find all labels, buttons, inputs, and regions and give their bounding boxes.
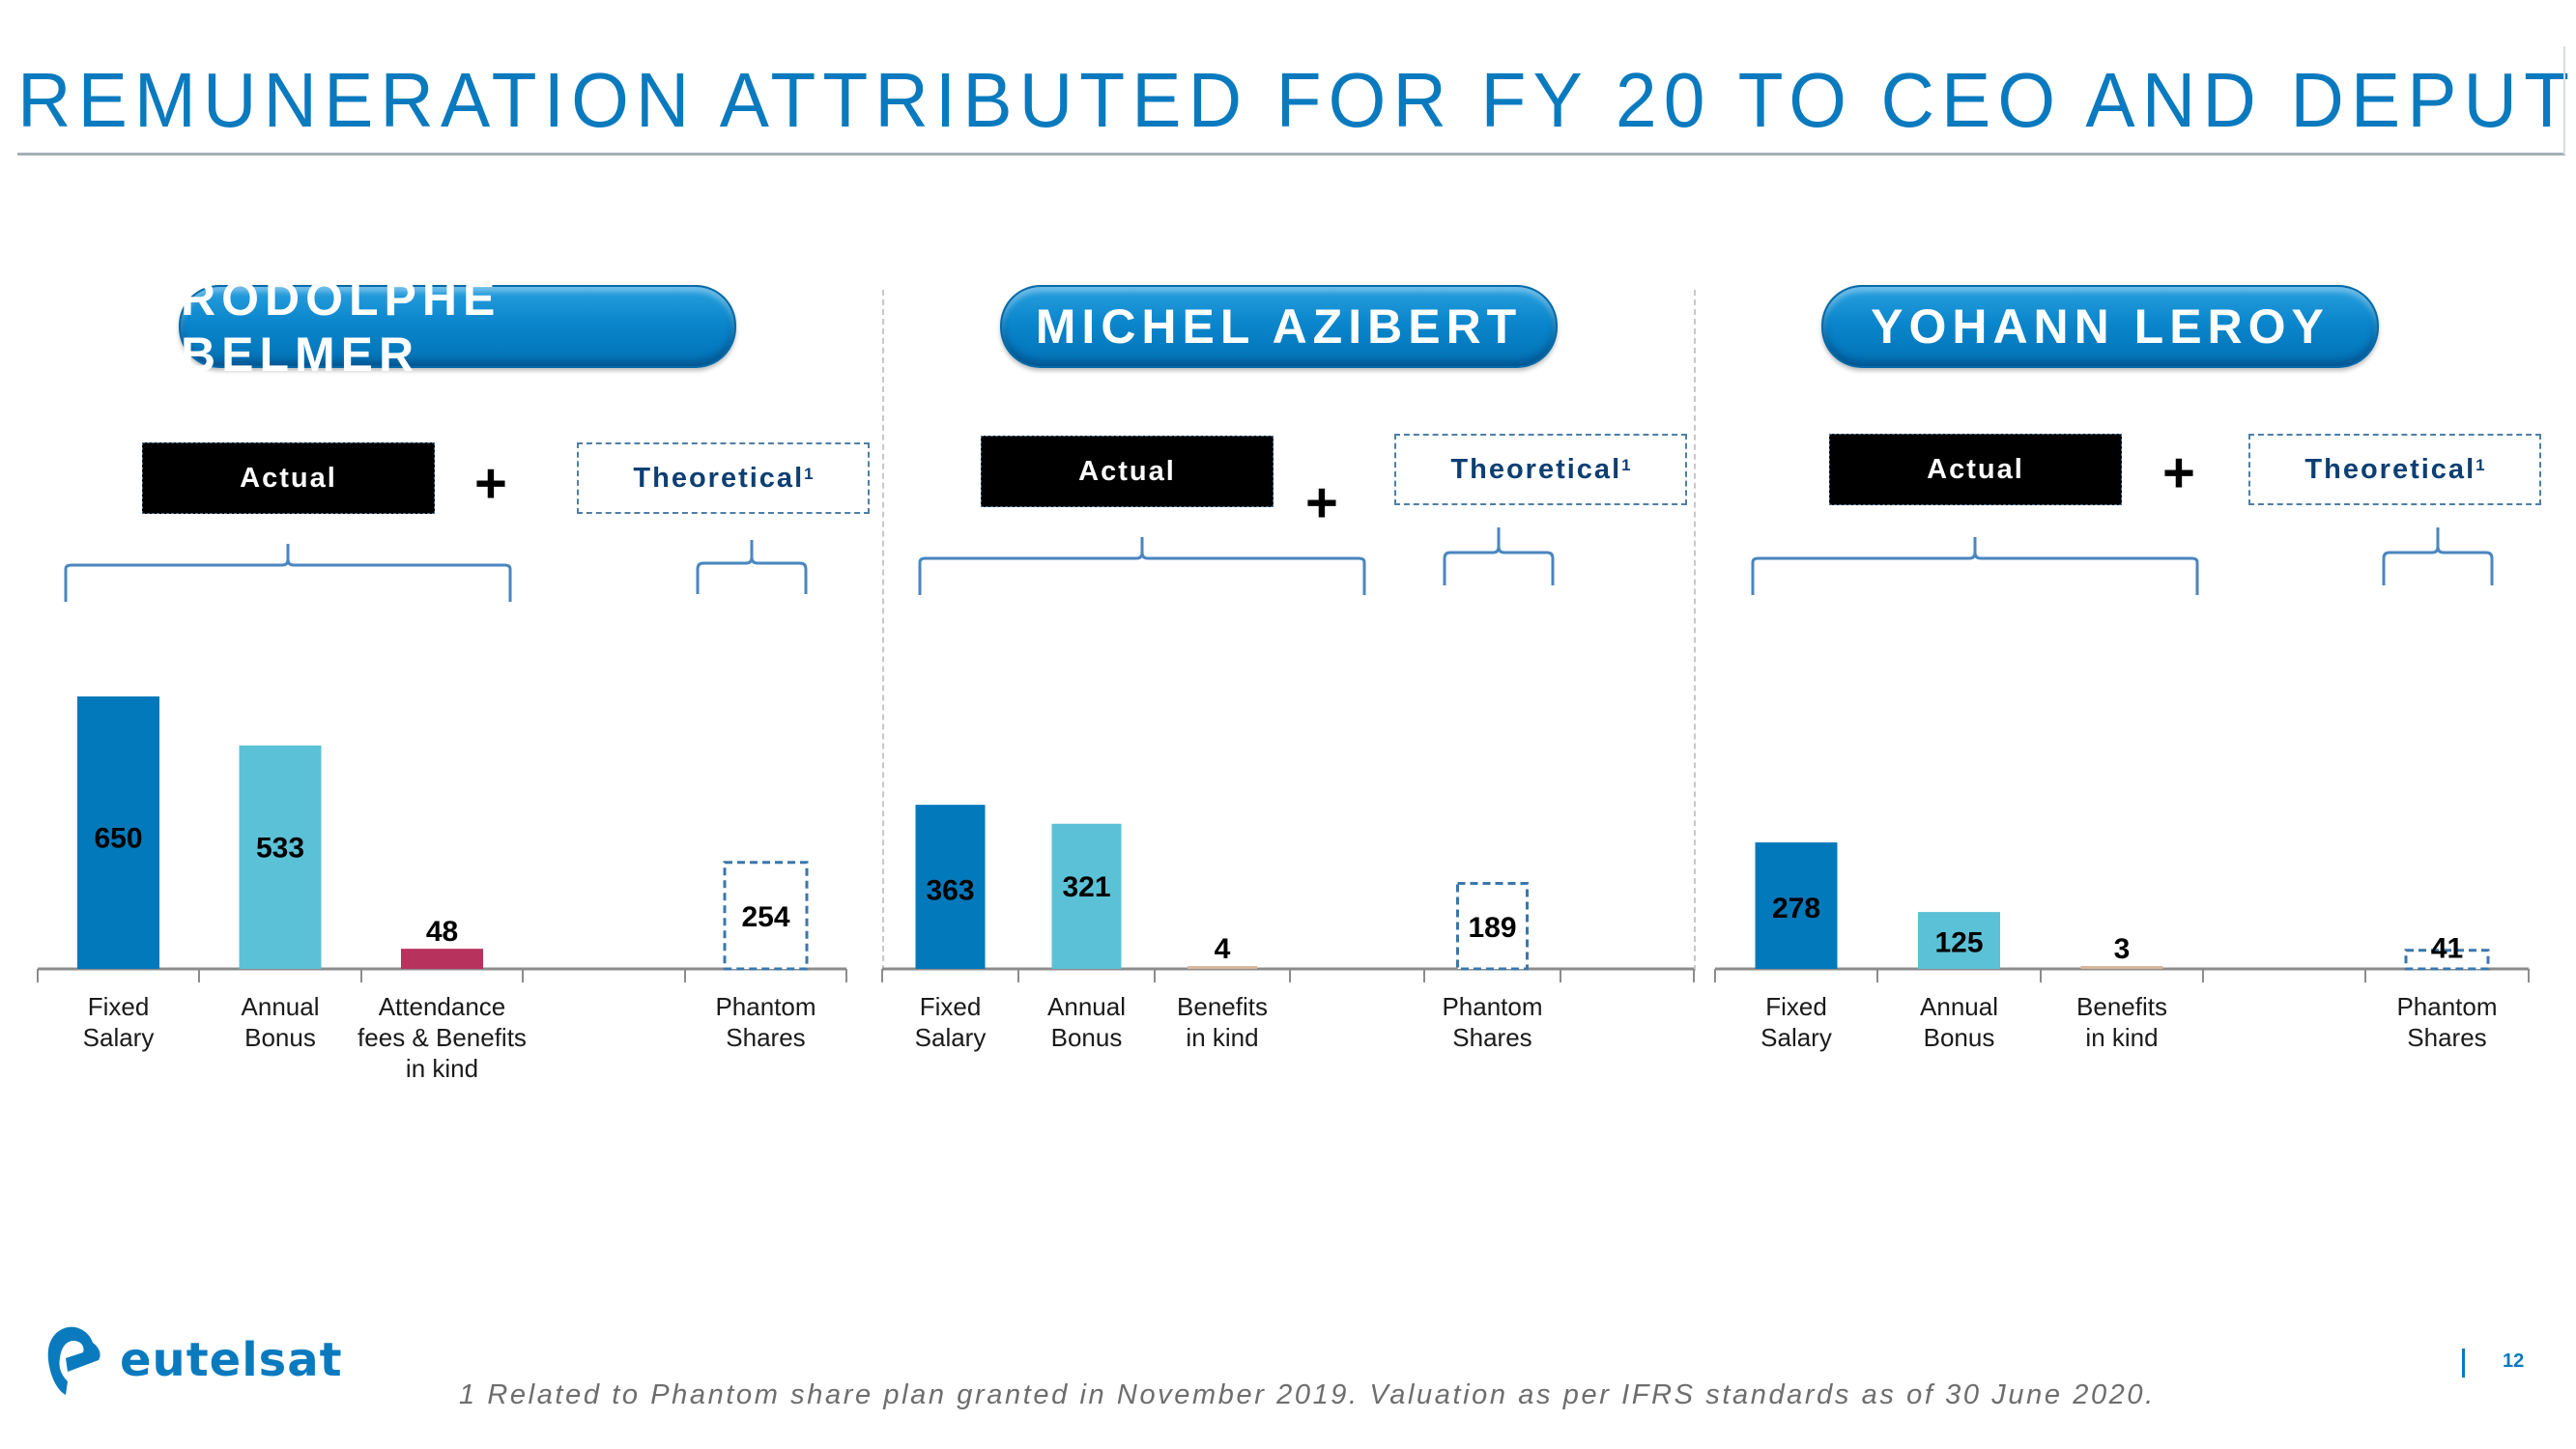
- logo-wordmark: eutelsat: [120, 1333, 343, 1387]
- category-label: Annual: [1047, 992, 1126, 1021]
- category-label: Phantom: [1442, 992, 1542, 1021]
- actual-brace-icon: [64, 544, 512, 602]
- bar-fixed-salary: [915, 805, 986, 969]
- actual-brace-icon: [1751, 537, 2199, 595]
- data-label: 321: [1062, 871, 1110, 903]
- data-label: 125: [1934, 927, 1983, 959]
- category-label: Shares: [726, 1023, 805, 1052]
- page-number: 12: [2503, 1350, 2525, 1372]
- eutelsat-e-icon: [47, 1326, 100, 1395]
- category-label: Shares: [1452, 1023, 1531, 1052]
- theoretical-label-box: Theoretical 1: [2248, 434, 2541, 505]
- data-label: 48: [426, 916, 458, 948]
- category-label: Shares: [2407, 1023, 2486, 1052]
- slide-title: REMUNERATION ATTRIBUTED FOR FY 20 TO CEO…: [17, 57, 2576, 143]
- plus-sign: +: [2162, 441, 2195, 504]
- bar-annual-bonus: [1918, 912, 2000, 969]
- title-right-edge: [2563, 46, 2565, 155]
- plus-sign: +: [474, 452, 507, 515]
- footnote-marker: 1: [1621, 456, 1631, 474]
- data-label: 650: [94, 823, 142, 855]
- footnote-marker: 1: [2476, 456, 2485, 474]
- category-label: Phantom: [2396, 992, 2497, 1021]
- category-label: Bonus: [244, 1023, 316, 1052]
- executive-name-pill: MICHEL AZIBERT: [1000, 285, 1558, 368]
- category-label: Benefits: [2076, 992, 2167, 1021]
- category-label: in kind: [406, 1054, 478, 1083]
- bar-phantom-shares: [723, 861, 809, 971]
- category-label: Salary: [915, 1023, 987, 1052]
- bar-fixed-salary: [1755, 842, 1838, 969]
- bar-annual-bonus: [1051, 823, 1122, 969]
- bar-attendance-fees: [401, 949, 483, 969]
- data-label: 254: [741, 901, 789, 933]
- panel-divider: [882, 290, 884, 971]
- category-label: Salary: [1760, 1023, 1832, 1052]
- category-label: Phantom: [715, 992, 816, 1021]
- data-label: 533: [256, 832, 304, 864]
- theoretical-label: Theoretical: [1450, 453, 1622, 485]
- category-label: Bonus: [1051, 1023, 1123, 1052]
- actual-label-box: Actual: [1829, 434, 2122, 505]
- data-label: 278: [1772, 893, 1820, 924]
- theoretical-brace-icon: [696, 540, 808, 594]
- category-label: Salary: [83, 1023, 155, 1052]
- bar-phantom-shares: [1456, 882, 1529, 971]
- data-label: 41: [2431, 933, 2463, 965]
- title-underline: [17, 153, 2565, 156]
- remuneration-bar-charts: 650FixedSalary533AnnualBonus48Attendance…: [37, 696, 2530, 1083]
- category-label: fees & Benefits: [358, 1023, 527, 1052]
- category-label: Annual: [242, 992, 320, 1021]
- theoretical-label: Theoretical: [633, 462, 805, 494]
- category-label: Fixed: [88, 992, 150, 1021]
- executive-name-pill: YOHANN LEROY: [1821, 285, 2379, 368]
- page-number-separator: [2462, 1349, 2465, 1378]
- category-label: Annual: [1920, 992, 1998, 1021]
- actual-label-box: Actual: [142, 442, 435, 514]
- category-label: Fixed: [920, 992, 982, 1021]
- theoretical-label: Theoretical: [2304, 453, 2476, 485]
- bar-benefits-in-kind: [2080, 966, 2163, 969]
- theoretical-label-box: Theoretical 1: [1394, 434, 1687, 505]
- bar-fixed-salary: [77, 696, 159, 969]
- bar-annual-bonus: [239, 745, 322, 969]
- category-label: in kind: [2085, 1023, 2158, 1052]
- data-label: 4: [1215, 933, 1231, 965]
- plus-sign: +: [1305, 471, 1338, 534]
- category-label: Attendance: [379, 992, 506, 1021]
- category-label: Fixed: [1765, 992, 1827, 1021]
- footnote-marker: 1: [804, 465, 814, 483]
- panel-divider: [1694, 290, 1696, 971]
- data-label: 3: [2114, 933, 2131, 965]
- eutelsat-logo: eutelsat: [44, 1323, 343, 1397]
- actual-brace-icon: [918, 537, 1366, 595]
- theoretical-brace-icon: [1443, 527, 1555, 585]
- theoretical-brace-icon: [2382, 527, 2494, 585]
- bar-benefits-in-kind: [1188, 966, 1257, 969]
- category-label: Bonus: [1924, 1023, 1995, 1052]
- data-label: 363: [926, 874, 974, 906]
- executive-name-pill: RODOLPHE BELMER: [179, 271, 736, 382]
- category-label: Benefits: [1177, 992, 1268, 1021]
- theoretical-label-box: Theoretical 1: [577, 442, 870, 514]
- data-label: 189: [1468, 912, 1516, 944]
- category-label: in kind: [1186, 1023, 1258, 1052]
- bar-phantom-shares: [2404, 949, 2490, 971]
- footnote: 1 Related to Phantom share plan granted …: [459, 1379, 2156, 1410]
- actual-label-box: Actual: [981, 436, 1274, 507]
